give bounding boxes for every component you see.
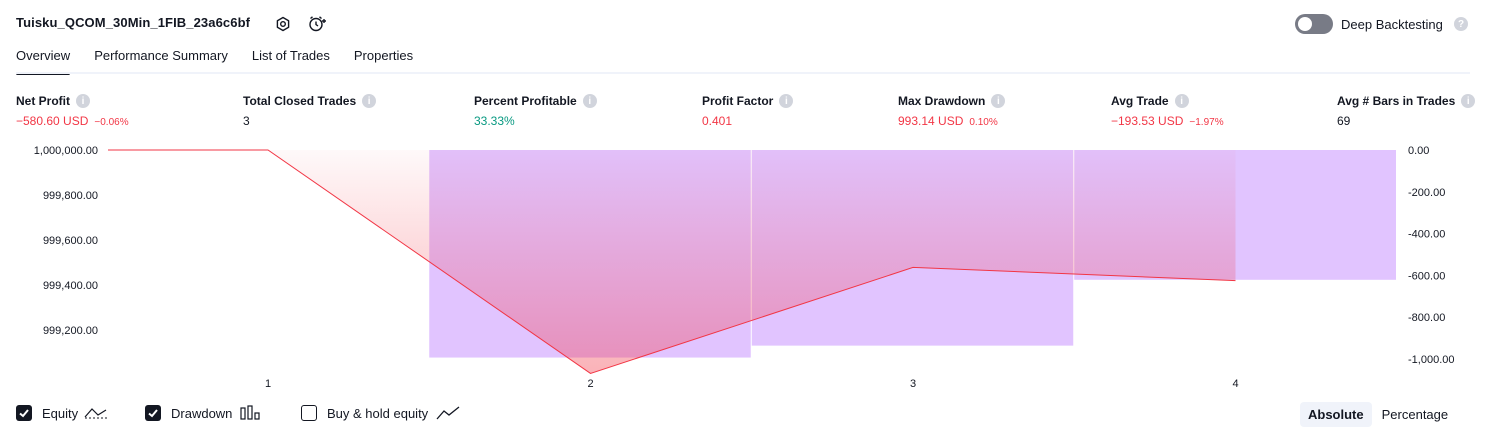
- info-icon[interactable]: i: [1461, 94, 1476, 108]
- info-icon[interactable]: i: [362, 94, 377, 108]
- metric-sub: 0.10%: [969, 117, 998, 128]
- metric-avg-trade: Avg Trade i −193.53 USD −1.97%: [1111, 94, 1224, 128]
- toggle-knob: [1298, 17, 1312, 31]
- drawdown-checkbox[interactable]: [145, 405, 161, 421]
- deep-backtesting-label: Deep Backtesting: [1341, 17, 1443, 32]
- right-axis-tick: -200.00: [1408, 187, 1445, 199]
- right-axis-tick: -800.00: [1408, 312, 1445, 324]
- strategy-title: Tuisku_QCOM_30Min_1FIB_23a6c6bf: [16, 15, 251, 30]
- metric-label: Net Profit: [16, 94, 70, 108]
- metric-profit-factor: Profit Factor i 0.401: [702, 94, 794, 128]
- metric-max-drawdown: Max Drawdown i 993.14 USD 0.10%: [898, 94, 1006, 128]
- right-axis-tick: -400.00: [1408, 229, 1445, 241]
- equity-drawdown-chart: 1,000,000.00 999,800.00 999,600.00 999,400.…: [34, 145, 1455, 390]
- metric-sub: −0.06%: [94, 117, 129, 128]
- deep-backtesting-toggle[interactable]: [1295, 14, 1333, 34]
- help-icon[interactable]: ?: [1454, 17, 1468, 31]
- settings-gear-icon[interactable]: [273, 14, 293, 34]
- metric-value: −193.53 USD: [1111, 114, 1184, 128]
- metric-label: Total Closed Trades: [243, 94, 357, 108]
- tab-divider: [16, 72, 1470, 74]
- metric-value: 69: [1337, 114, 1351, 128]
- left-axis-tick: 1,000,000.00: [34, 145, 98, 157]
- tab-list-of-trades[interactable]: List of Trades: [252, 48, 330, 73]
- absolute-button[interactable]: Absolute: [1300, 402, 1372, 427]
- metric-value: −580.60 USD: [16, 114, 89, 128]
- metric-label: Avg # Bars in Trades: [1337, 94, 1456, 108]
- tab-performance-summary[interactable]: Performance Summary: [94, 48, 228, 73]
- info-icon[interactable]: i: [582, 94, 597, 108]
- x-axis-tick: 3: [910, 378, 916, 390]
- metric-value: 0.401: [702, 114, 733, 128]
- metric-label: Percent Profitable: [474, 94, 577, 108]
- left-axis-tick: 999,400.00: [43, 280, 98, 292]
- x-axis-tick: 2: [587, 378, 593, 390]
- info-icon[interactable]: i: [991, 94, 1006, 108]
- add-alert-clock-icon[interactable]: [307, 14, 327, 34]
- buy-hold-checkbox[interactable]: [301, 405, 317, 421]
- left-axis-tick: 999,200.00: [43, 325, 98, 337]
- metric-percent-profitable: Percent Profitable i 33.33%: [474, 94, 597, 128]
- info-icon[interactable]: i: [76, 94, 90, 108]
- equity-checkbox[interactable]: [16, 405, 32, 421]
- metric-total-closed-trades: Total Closed Trades i 3: [243, 94, 377, 128]
- left-axis-tick: 999,800.00: [43, 190, 98, 202]
- equity-line-icon: [84, 405, 108, 421]
- metric-value: 3: [243, 114, 250, 128]
- legend-drawdown[interactable]: Drawdown: [145, 405, 261, 421]
- info-icon[interactable]: i: [1174, 94, 1189, 108]
- drawdown-label: Drawdown: [171, 405, 233, 421]
- metric-value: 993.14 USD: [898, 114, 964, 128]
- metric-value: 33.33%: [474, 114, 515, 128]
- metric-label: Profit Factor: [702, 94, 774, 108]
- buy-hold-label: Buy & hold equity: [327, 405, 429, 421]
- tab-bar: Overview Performance Summary List of Tra…: [16, 48, 437, 75]
- left-axis-tick: 999,600.00: [43, 235, 98, 247]
- right-axis-tick: -600.00: [1408, 270, 1445, 282]
- info-icon[interactable]: i: [779, 94, 794, 108]
- right-axis-tick: 0.00: [1408, 145, 1429, 157]
- drawdown-bars-icon: [240, 405, 261, 421]
- tab-properties[interactable]: Properties: [354, 48, 413, 73]
- view-mode-switch: Absolute Percentage: [1300, 402, 1456, 427]
- x-axis-tick: 4: [1232, 378, 1238, 390]
- legend-buy-hold-equity[interactable]: Buy & hold equity: [301, 405, 460, 421]
- right-axis-tick: -1,000.00: [1408, 354, 1454, 366]
- tab-overview[interactable]: Overview: [16, 48, 71, 75]
- metric-label: Max Drawdown: [898, 94, 986, 108]
- metric-net-profit: Net Profit i −580.60 USD −0.06%: [16, 94, 129, 128]
- metric-label: Avg Trade: [1111, 94, 1169, 108]
- percentage-button[interactable]: Percentage: [1374, 402, 1457, 427]
- buy-hold-line-icon: [436, 405, 460, 421]
- metric-avg-bars-in-trades: Avg # Bars in Trades i 69: [1337, 94, 1476, 128]
- metric-sub: −1.97%: [1189, 117, 1224, 128]
- equity-label: Equity: [42, 405, 79, 421]
- x-axis-tick: 1: [265, 378, 271, 390]
- legend-equity[interactable]: Equity: [16, 405, 108, 421]
